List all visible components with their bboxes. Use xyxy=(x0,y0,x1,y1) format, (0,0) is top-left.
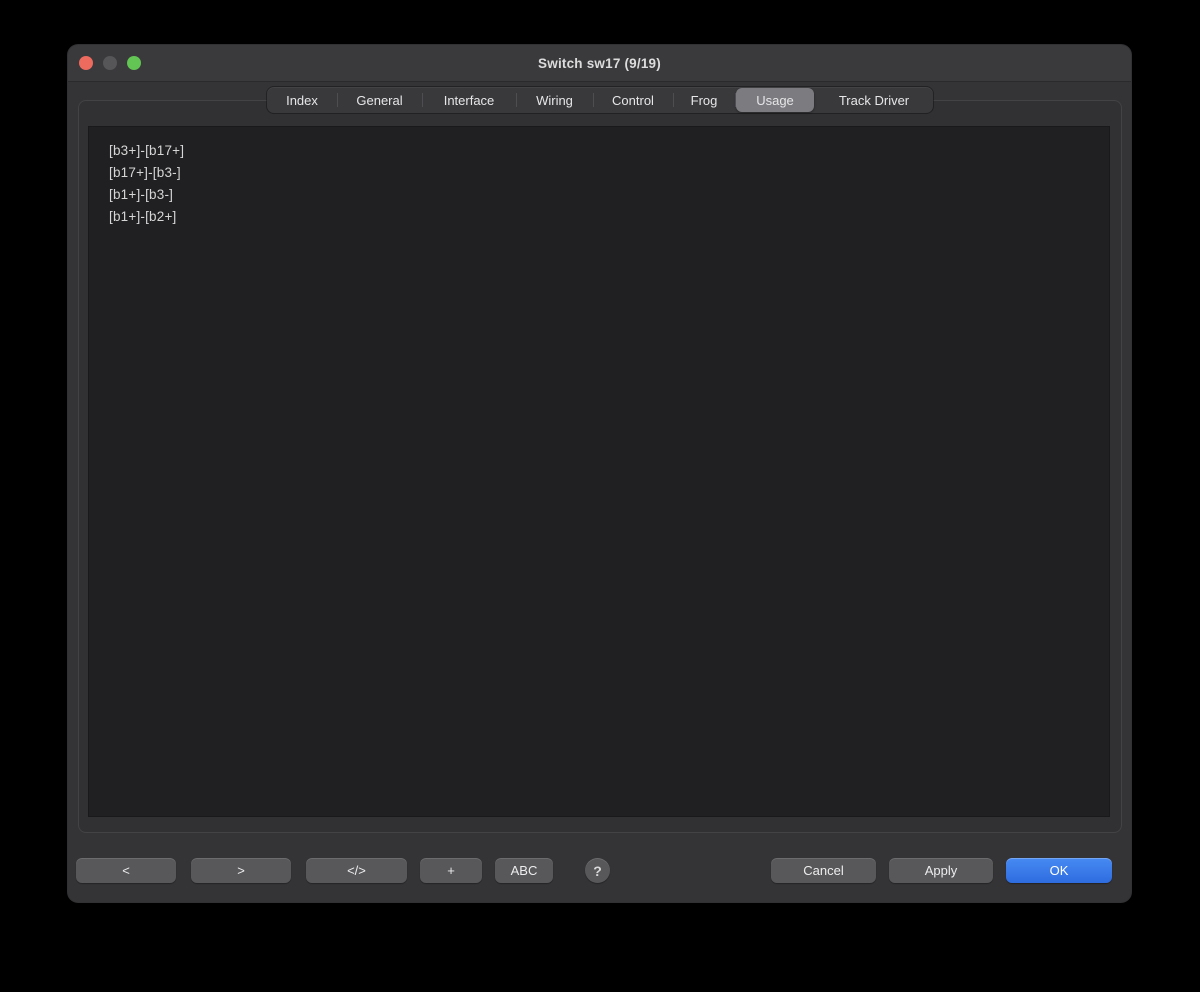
tab-frog[interactable]: Frog xyxy=(673,87,735,113)
list-item[interactable]: [b17+]-[b3-] xyxy=(109,162,1109,184)
zoom-button[interactable] xyxy=(127,56,141,70)
tab-bar: Index General Interface Wiring Control F… xyxy=(267,87,933,113)
list-item[interactable]: [b1+]-[b3-] xyxy=(109,184,1109,206)
window-title: Switch sw17 (9/19) xyxy=(538,56,661,71)
tab-wiring[interactable]: Wiring xyxy=(516,87,593,113)
tab-general[interactable]: General xyxy=(337,87,422,113)
code-toggle-button[interactable]: </> xyxy=(306,858,407,883)
tab-interface[interactable]: Interface xyxy=(422,87,516,113)
usage-list[interactable]: [b3+]-[b17+] [b17+]-[b3-] [b1+]-[b3-] [b… xyxy=(88,126,1110,817)
minimize-button[interactable] xyxy=(103,56,117,70)
tab-track-driver[interactable]: Track Driver xyxy=(815,87,933,113)
add-button[interactable]: + xyxy=(420,858,482,883)
prev-button[interactable]: < xyxy=(76,858,176,883)
usage-list-rows: [b3+]-[b17+] [b17+]-[b3-] [b1+]-[b3-] [b… xyxy=(89,127,1109,228)
list-item[interactable]: [b1+]-[b2+] xyxy=(109,206,1109,228)
abc-button[interactable]: ABC xyxy=(495,858,553,883)
titlebar[interactable]: Switch sw17 (9/19) xyxy=(68,45,1131,82)
desktop-background: Switch sw17 (9/19) Index General Interfa… xyxy=(0,0,1200,992)
ok-button[interactable]: OK xyxy=(1006,858,1112,883)
tab-index[interactable]: Index xyxy=(267,87,337,113)
switch-dialog-window: Switch sw17 (9/19) Index General Interfa… xyxy=(68,45,1131,902)
close-button[interactable] xyxy=(79,56,93,70)
next-button[interactable]: > xyxy=(191,858,291,883)
help-button[interactable]: ? xyxy=(585,858,610,883)
list-item[interactable]: [b3+]-[b17+] xyxy=(109,140,1109,162)
tab-control[interactable]: Control xyxy=(593,87,673,113)
cancel-button[interactable]: Cancel xyxy=(771,858,876,883)
tab-usage[interactable]: Usage xyxy=(735,87,815,113)
traffic-lights xyxy=(79,56,141,70)
apply-button[interactable]: Apply xyxy=(889,858,993,883)
